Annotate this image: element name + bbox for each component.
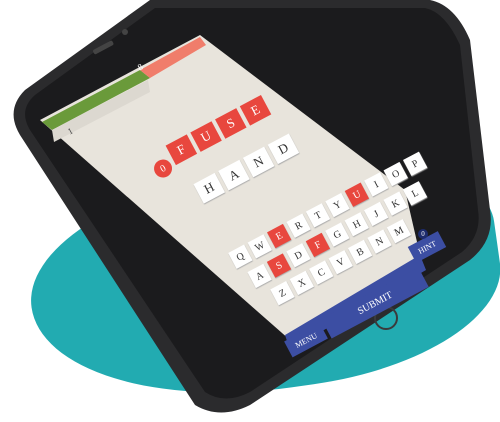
hint-count: 0 [421, 230, 425, 238]
hint-count-badge: 0 [418, 229, 428, 239]
phone-frame [13, 0, 491, 413]
hint-label: HINT [416, 238, 438, 256]
